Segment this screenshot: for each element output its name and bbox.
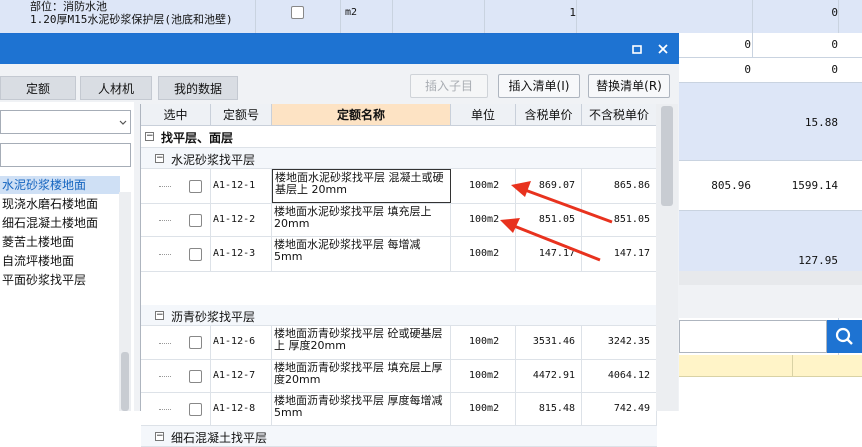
group-label: 细石混凝土找平层 xyxy=(171,431,268,445)
group-row[interactable]: − 细石混凝土找平层 xyxy=(141,426,657,447)
annotation-arrow-1 xyxy=(511,181,613,224)
annotation-arrows xyxy=(500,181,613,262)
annotation-arrow-2 xyxy=(500,218,601,262)
collapse-icon[interactable]: − xyxy=(155,432,164,441)
